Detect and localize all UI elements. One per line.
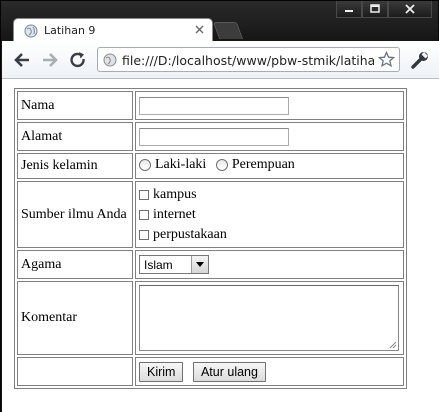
form-row-komentar: Komentar xyxy=(17,281,404,355)
reload-icon[interactable] xyxy=(69,51,87,69)
registration-form: Nama Alamat Jenis kelamin Laki-laki Pere… xyxy=(14,88,407,389)
checkbox-internet[interactable]: internet xyxy=(139,205,400,225)
empty-cell xyxy=(17,357,133,386)
page-icon xyxy=(103,53,117,67)
checkbox-kampus[interactable]: kampus xyxy=(139,185,400,205)
globe-icon xyxy=(24,24,38,38)
nama-cell xyxy=(135,91,404,120)
wrench-icon[interactable] xyxy=(410,50,430,70)
browser-tab[interactable]: Latihan 9 xyxy=(13,18,213,42)
buttons-cell: Kirim Atur ulang xyxy=(135,357,404,386)
nama-input[interactable] xyxy=(139,96,289,115)
alamat-label: Alamat xyxy=(17,122,133,151)
new-tab-button[interactable] xyxy=(212,22,244,39)
radio-laki-laki[interactable]: Laki-laki xyxy=(139,157,206,173)
checkbox[interactable] xyxy=(139,189,149,200)
jenis-kelamin-label: Jenis kelamin xyxy=(17,153,133,179)
url-text: file:///D:/localhost/www/pbw-stmik/latih… xyxy=(122,53,374,68)
tab-title: Latihan 9 xyxy=(44,24,96,37)
back-arrow-icon[interactable] xyxy=(13,51,31,69)
komentar-cell xyxy=(135,281,404,355)
form-row-alamat: Alamat xyxy=(17,122,404,151)
radio-perempuan[interactable]: Perempuan xyxy=(215,156,295,173)
radio-button[interactable] xyxy=(139,158,151,171)
close-icon xyxy=(405,4,415,14)
nama-label: Nama xyxy=(17,91,133,120)
address-bar[interactable]: file:///D:/localhost/www/pbw-stmik/latih… xyxy=(97,47,400,72)
agama-cell: Islam xyxy=(135,250,404,279)
agama-selected-value: Islam xyxy=(144,257,173,272)
radio-label-laki-laki: Laki-laki xyxy=(155,156,207,172)
page-content: Nama Alamat Jenis kelamin Laki-laki Pere… xyxy=(2,79,439,412)
forward-arrow-icon[interactable] xyxy=(41,51,59,69)
checkbox-label-internet: internet xyxy=(153,206,196,222)
checkbox[interactable] xyxy=(139,229,149,240)
checkbox-perpustakaan[interactable]: perpustakaan xyxy=(139,225,400,245)
komentar-label: Komentar xyxy=(17,281,133,355)
bookmark-star-icon[interactable] xyxy=(378,51,395,68)
window-controls xyxy=(336,1,432,20)
maximize-button[interactable] xyxy=(362,1,388,18)
maximize-icon xyxy=(370,4,380,13)
minimize-button[interactable] xyxy=(336,1,362,18)
jenis-kelamin-cell: Laki-laki Perempuan xyxy=(135,153,404,179)
komentar-textarea[interactable] xyxy=(139,285,399,351)
tab-close-icon[interactable] xyxy=(195,25,204,34)
close-window-button[interactable] xyxy=(388,1,432,18)
checkbox[interactable] xyxy=(139,209,149,220)
checkbox-label-kampus: kampus xyxy=(153,186,197,202)
form-row-agama: Agama Islam xyxy=(17,250,404,279)
checkbox-label-perpustakaan: perpustakaan xyxy=(153,226,227,242)
form-row-nama: Nama xyxy=(17,91,404,120)
browser-toolbar: file:///D:/localhost/www/pbw-stmik/latih… xyxy=(2,41,439,79)
alamat-cell xyxy=(135,122,404,151)
atur-ulang-button[interactable]: Atur ulang xyxy=(192,361,266,382)
sumber-label: Sumber ilmu Anda xyxy=(17,181,133,248)
kirim-button[interactable]: Kirim xyxy=(139,361,184,382)
form-row-sumber: Sumber ilmu Anda kampus internet perpust… xyxy=(17,181,404,248)
resize-grip-icon[interactable] xyxy=(389,341,397,349)
agama-select[interactable]: Islam xyxy=(139,255,209,274)
radio-label-perempuan: Perempuan xyxy=(231,156,295,172)
form-row-jenis-kelamin: Jenis kelamin Laki-laki Perempuan xyxy=(17,153,404,179)
alamat-input[interactable] xyxy=(139,127,289,146)
agama-label: Agama xyxy=(17,250,133,279)
form-row-buttons: Kirim Atur ulang xyxy=(17,357,404,386)
radio-button[interactable] xyxy=(215,158,228,171)
dropdown-arrow-icon[interactable] xyxy=(191,256,208,273)
minimize-icon xyxy=(345,10,353,12)
browser-window: Latihan 9 file:///D:/localhost/www/pbw-s… xyxy=(0,0,439,412)
sumber-cell: kampus internet perpustakaan xyxy=(135,181,404,248)
